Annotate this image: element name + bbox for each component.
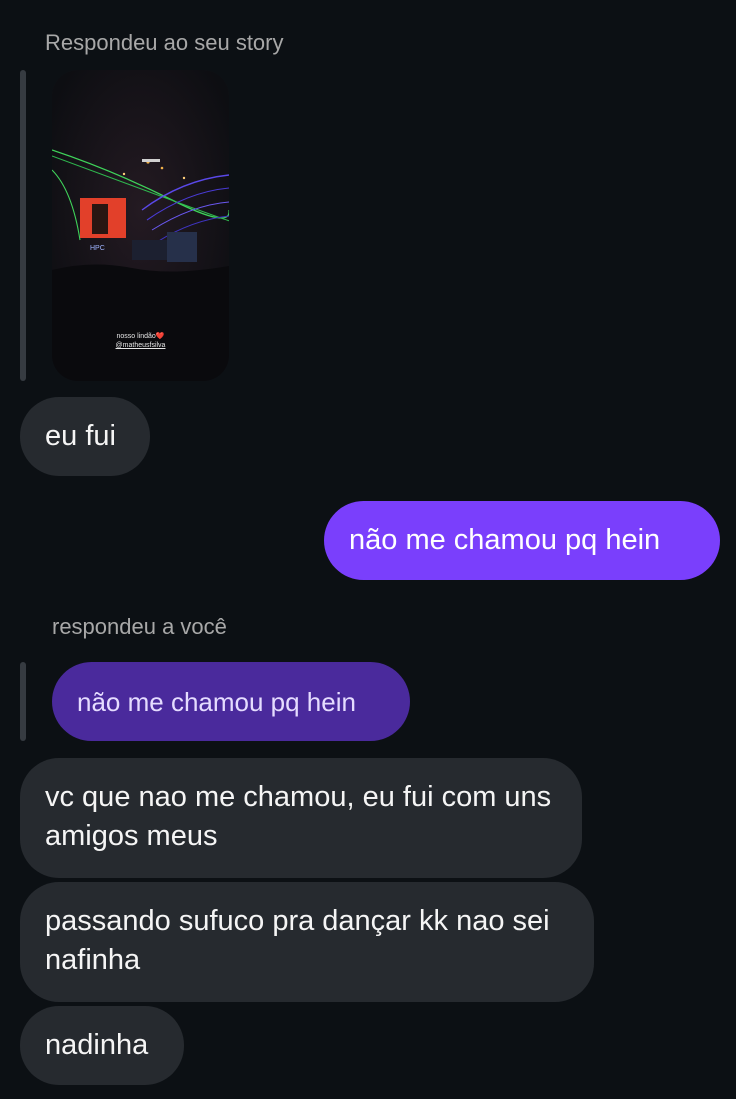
message-text: passando sufuco pra dançar kk nao sei na… xyxy=(45,905,550,976)
message-text: nadinha xyxy=(45,1029,149,1061)
quoted-message[interactable]: não me chamou pq hein xyxy=(52,662,410,741)
reply-label: respondeu a você xyxy=(52,614,227,639)
incoming-message[interactable]: vc que nao me chamou, eu fui com uns ami… xyxy=(20,758,582,878)
heart-emoji-icon: ❤️ xyxy=(155,333,165,340)
message-text: eu fui xyxy=(45,420,116,452)
reply-indicator-bar xyxy=(20,662,26,741)
incoming-message[interactable]: passando sufuco pra dançar kk nao sei na… xyxy=(20,882,594,1002)
incoming-message[interactable]: eu fui xyxy=(20,397,150,476)
story-caption-text: nosso lindão xyxy=(116,333,156,340)
message-text: não me chamou pq hein xyxy=(349,524,661,556)
incoming-message[interactable]: nadinha xyxy=(20,1006,184,1085)
story-caption: nosso lindão❤️ @matheusfsilva xyxy=(52,332,229,350)
reply-indicator-bar xyxy=(20,70,26,381)
stage-logo-text: HPC xyxy=(90,245,105,252)
performer-silhouette xyxy=(92,204,108,234)
outgoing-message[interactable]: não me chamou pq hein xyxy=(324,501,720,580)
quoted-message-text: não me chamou pq hein xyxy=(77,687,356,717)
story-mention-handle[interactable]: @matheusfsilva xyxy=(52,341,229,350)
message-text: vc que nao me chamou, eu fui com uns ami… xyxy=(45,781,552,852)
story-reply-label: Respondeu ao seu story xyxy=(45,30,284,55)
story-thumbnail[interactable]: HPC nosso lindão❤️ @matheusfsilva xyxy=(52,70,229,381)
